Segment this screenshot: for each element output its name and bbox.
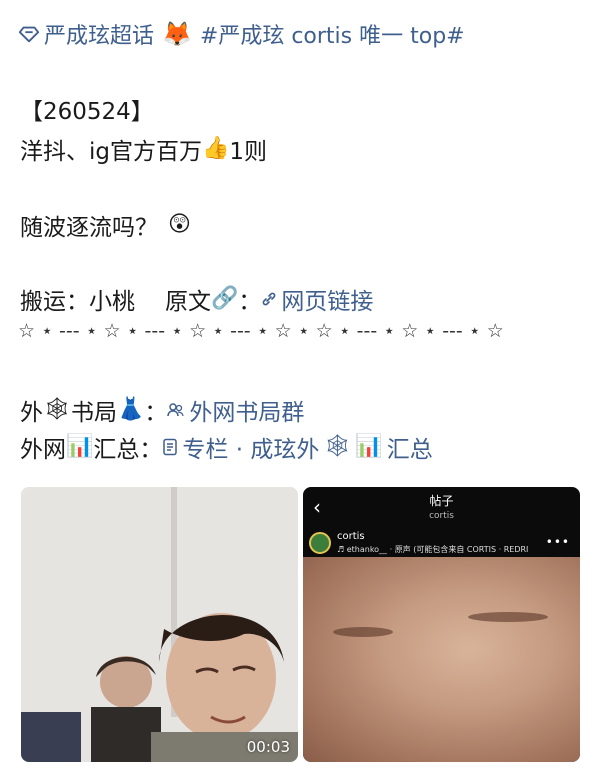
summary-label-b: 汇总： [93, 437, 163, 463]
surprised-face-icon: 😲 [168, 212, 191, 237]
star-divider: ☆ ⋆ --- ⋆ ☆ ⋆ --- ⋆ ☆ ⋆ --- ⋆ ☆ ⋆ ☆ ⋆ --… [18, 320, 504, 342]
eye-shape-left [333, 627, 393, 637]
back-chevron-icon: ‹ [313, 495, 321, 519]
link-chain-icon: 🔗 [211, 286, 239, 311]
line1-text: 洋抖、ig官方百万 [20, 139, 202, 165]
post-date: 【260524】 [20, 99, 154, 125]
bookclub-line: 外 🕸 书局 👗 ： 外网书局群 [20, 393, 304, 427]
web-icon: 🕸 [43, 397, 71, 422]
bookclub-link-label: 外网书局群 [189, 400, 305, 426]
dress-icon: 👗 [116, 397, 145, 422]
post-header-subtitle: cortis [429, 511, 454, 521]
post-audio-line: ♬ ethanko__ · 原声 (可能包含来自 CORTIS · REDRI [337, 545, 529, 554]
supertopic-link[interactable]: 严成玹超话 [18, 18, 154, 50]
chart-icon: 📊 [66, 434, 94, 459]
post-header-title: 帖子 [429, 494, 454, 508]
chart-icon: 📊 [355, 434, 383, 459]
source-label: 原文 [165, 289, 211, 315]
summary-label-a: 外网 [20, 437, 66, 463]
link-icon [263, 292, 276, 306]
post-line-1: 洋抖、ig官方百万 👍 1则 [20, 132, 267, 166]
line1-tail: 1则 [229, 139, 268, 165]
bookclub-label-a: 外 [20, 400, 43, 426]
closeup-face-image [303, 557, 580, 762]
post-screenshot-thumbnail[interactable]: ‹ 帖子 cortis cortis ♬ ethanko__ · 原声 (可能包… [303, 487, 580, 762]
eye-shape-right [468, 612, 548, 622]
supertopic-label: 严成玹超话 [44, 24, 155, 49]
colon: ： [238, 289, 262, 315]
diamond-icon [18, 26, 40, 43]
post-line-2: 随波逐流吗？ 😲 [20, 208, 191, 242]
column-link[interactable]: 专栏 · 成玹外 🕸 📊 汇总 [162, 430, 433, 464]
webpage-link-label: 网页链接 [281, 289, 374, 315]
fox-icon: 🦊 [162, 20, 192, 48]
hashtag-link[interactable]: #严成玹 cortis 唯一 top# [200, 18, 465, 50]
video-frame-image [21, 487, 298, 762]
document-icon [163, 438, 178, 456]
summary-line: 外网 📊 汇总： 专栏 · 成玹外 🕸 📊 汇总 [20, 430, 433, 464]
more-options-icon: ••• [545, 535, 570, 549]
video-thumbnail[interactable]: 00:03 [21, 487, 298, 762]
credit-label: 搬运：小桃 [20, 289, 135, 315]
column-link-tail: 汇总 [386, 437, 433, 463]
post-author-name: cortis [337, 531, 365, 542]
group-icon [167, 403, 184, 417]
post-author-row: cortis ♬ ethanko__ · 原声 (可能包含来自 CORTIS ·… [309, 531, 528, 555]
line2-text: 随波逐流吗？ [20, 215, 158, 241]
post-header: ‹ 帖子 cortis [303, 487, 580, 525]
column-link-label: 专栏 · 成玹外 [182, 437, 320, 463]
web-icon: 🕸 [323, 434, 352, 459]
topic-row: 严成玹超话 🦊 #严成玹 cortis 唯一 top# [18, 18, 465, 50]
video-duration: 00:03 [246, 738, 290, 756]
bookclub-label-b: 书局 [70, 400, 117, 426]
credit-line: 搬运：小桃 原文 🔗 ： 网页链接 [20, 282, 373, 316]
bookclub-group-link[interactable]: 外网书局群 [167, 393, 304, 427]
webpage-link[interactable]: 网页链接 [261, 282, 373, 316]
thumbs-up-icon: 👍 [202, 136, 230, 161]
avatar [309, 532, 331, 554]
colon: ： [144, 400, 168, 426]
